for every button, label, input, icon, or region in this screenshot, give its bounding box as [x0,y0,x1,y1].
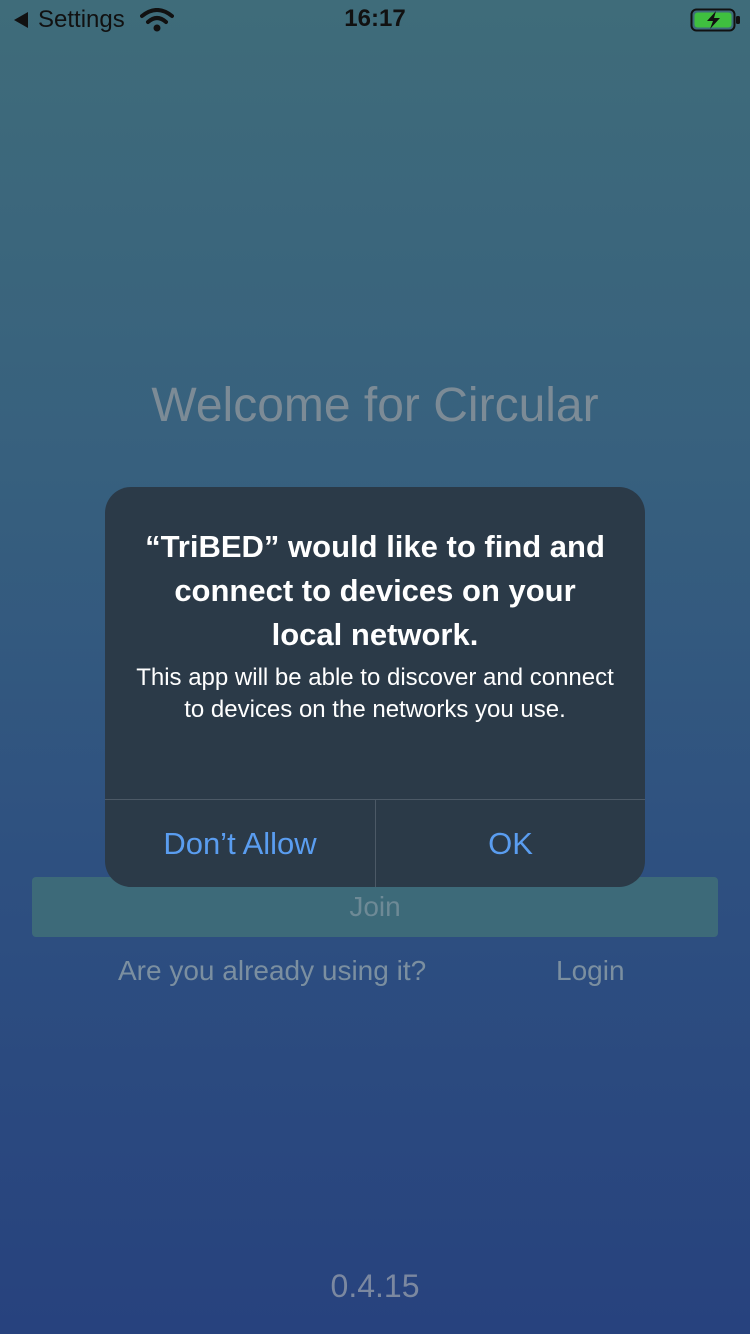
alert-message: This app will be able to discover and co… [136,664,614,723]
welcome-title: Welcome for Circular [151,379,599,432]
ok-button[interactable]: OK [376,800,645,887]
login-link[interactable]: Login [556,955,625,987]
app-screen: Settings 16:17 Welcome for Circular Join… [0,0,750,1334]
local-network-permission-alert: “TriBED” would like to find and connect … [105,487,645,887]
version-label: 0.4.15 [330,1268,420,1304]
battery-charging-icon [690,8,740,32]
dont-allow-button[interactable]: Don’t Allow [105,800,375,887]
status-time: 16:17 [344,5,406,32]
already-using-text: Are you already using it? [118,955,427,986]
status-bar: Settings 16:17 [0,0,750,40]
join-button-label: Join [349,891,401,922]
alert-title: “TriBED” would like to find and connect … [145,529,605,652]
